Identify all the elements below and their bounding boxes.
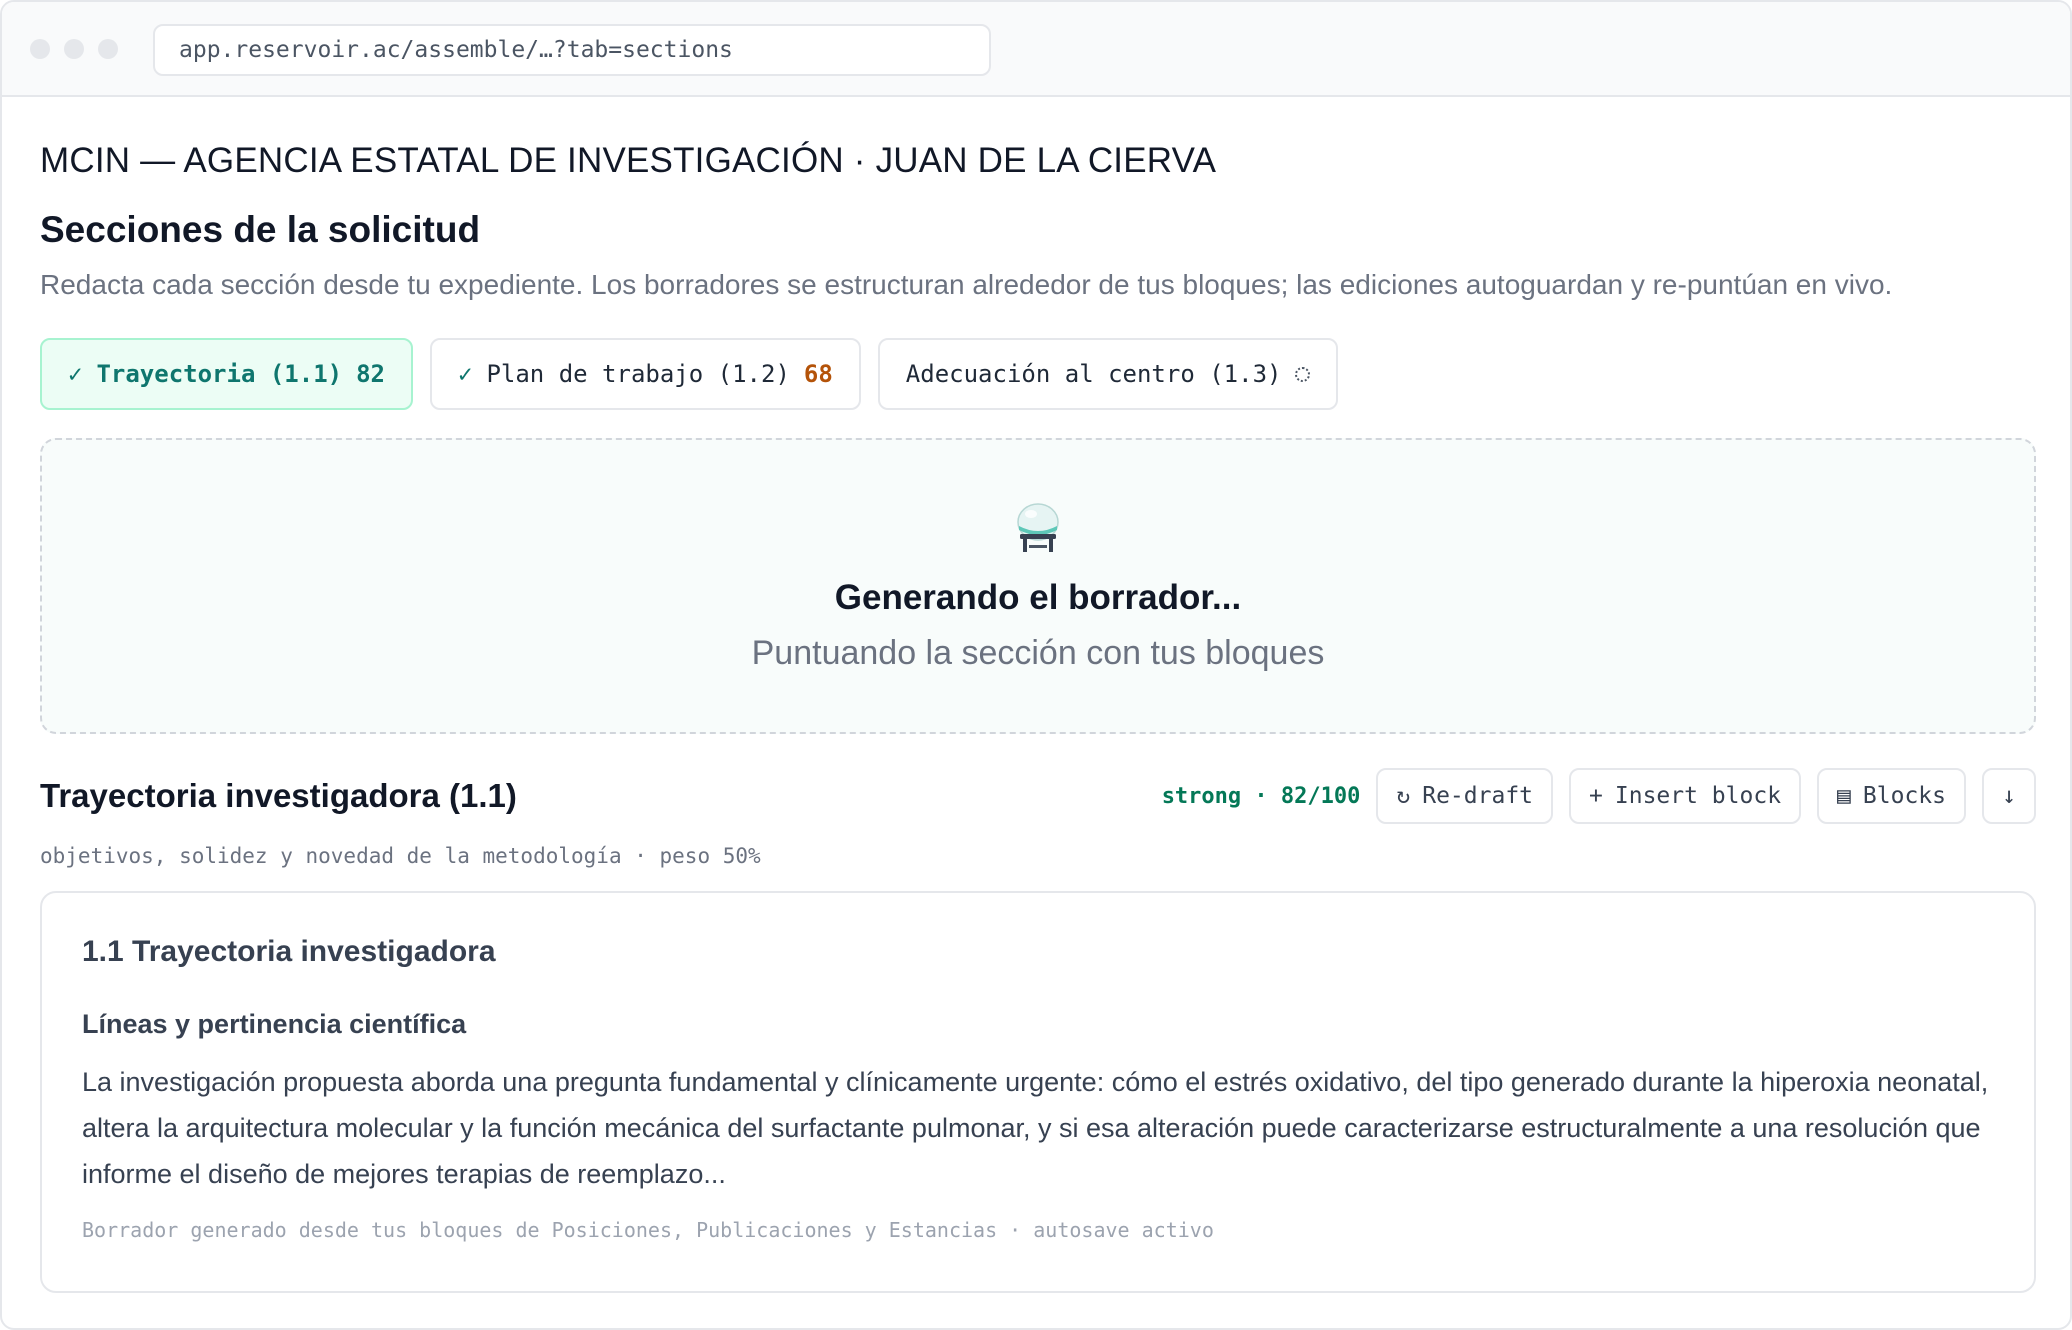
draft-editor[interactable]: 1.1 Trayectoria investigadora Líneas y p… bbox=[40, 891, 2036, 1293]
tab-plan-de-trabajo[interactable]: ✓ Plan de trabajo (1.2) 68 bbox=[430, 338, 861, 410]
plus-icon: + bbox=[1589, 783, 1603, 809]
insert-block-label: Insert block bbox=[1614, 783, 1782, 809]
section-title: Trayectoria investigadora (1.1) bbox=[40, 777, 517, 814]
download-icon: ↓ bbox=[2002, 783, 2016, 809]
generating-panel: Generando el borrador... Puntuando la se… bbox=[40, 438, 2036, 734]
check-icon: ✓ bbox=[68, 360, 83, 388]
blocks-button[interactable]: ▤ Blocks bbox=[1817, 768, 1966, 824]
section-criteria: objetivos, solidez y novedad de la metod… bbox=[40, 844, 761, 868]
section-toolbar: strong · 82/100 ↻ Re-draft + Insert bloc… bbox=[1162, 768, 2036, 824]
download-button[interactable]: ↓ bbox=[1982, 768, 2036, 824]
spinner-icon bbox=[1295, 366, 1311, 382]
refresh-icon: ↻ bbox=[1396, 783, 1411, 809]
draft-body[interactable]: La investigación propuesta aborda una pr… bbox=[82, 1059, 1992, 1197]
window-minimize-dot[interactable] bbox=[64, 38, 84, 59]
tab-label: Plan de trabajo (1.2) bbox=[486, 360, 790, 388]
flask-icon bbox=[1017, 503, 1059, 552]
generating-subtitle: Puntuando la sección con tus bloques bbox=[751, 634, 1325, 672]
blocks-label: Blocks bbox=[1862, 783, 1946, 809]
check-icon: ✓ bbox=[458, 360, 473, 388]
insert-block-button[interactable]: + Insert block bbox=[1569, 768, 1802, 824]
redraft-button[interactable]: ↻ Re-draft bbox=[1376, 768, 1554, 824]
window-maximize-dot[interactable] bbox=[98, 38, 118, 59]
redraft-label: Re-draft bbox=[1422, 783, 1534, 809]
tab-score: 68 bbox=[803, 360, 833, 388]
browser-window: app.reservoir.ac/assemble/…?tab=sections… bbox=[0, 0, 2072, 1330]
page-title: Secciones de la solicitud bbox=[40, 209, 481, 250]
draft-heading: 1.1 Trayectoria investigadora bbox=[82, 935, 496, 968]
browser-chrome: app.reservoir.ac/assemble/…?tab=sections bbox=[2, 2, 2070, 97]
strength-badge: strong · 82/100 bbox=[1161, 783, 1361, 809]
tab-label: Adecuación al centro (1.3) bbox=[905, 360, 1282, 388]
agency-label: MCIN — AGENCIA ESTATAL DE INVESTIGACIÓN … bbox=[40, 141, 1217, 180]
tab-adecuacion-al-centro[interactable]: Adecuación al centro (1.3) bbox=[877, 338, 1339, 410]
address-bar[interactable]: app.reservoir.ac/assemble/…?tab=sections bbox=[153, 24, 991, 76]
window-close-dot[interactable] bbox=[30, 38, 50, 59]
blocks-icon: ▤ bbox=[1837, 783, 1851, 809]
draft-subheading: Líneas y pertinencia científica bbox=[82, 1009, 467, 1039]
draft-footer: Borrador generado desde tus bloques de P… bbox=[82, 1218, 1214, 1242]
generating-title: Generando el borrador... bbox=[834, 578, 1242, 617]
tab-label: Trayectoria (1.1) bbox=[96, 360, 343, 388]
tab-trayectoria[interactable]: ✓ Trayectoria (1.1) 82 bbox=[40, 338, 413, 410]
page-subtitle: Redacta cada sección desde tu expediente… bbox=[40, 269, 1893, 300]
section-tabs: ✓ Trayectoria (1.1) 82 ✓ Plan de trabajo… bbox=[40, 338, 1339, 410]
tab-score: 82 bbox=[356, 360, 385, 388]
